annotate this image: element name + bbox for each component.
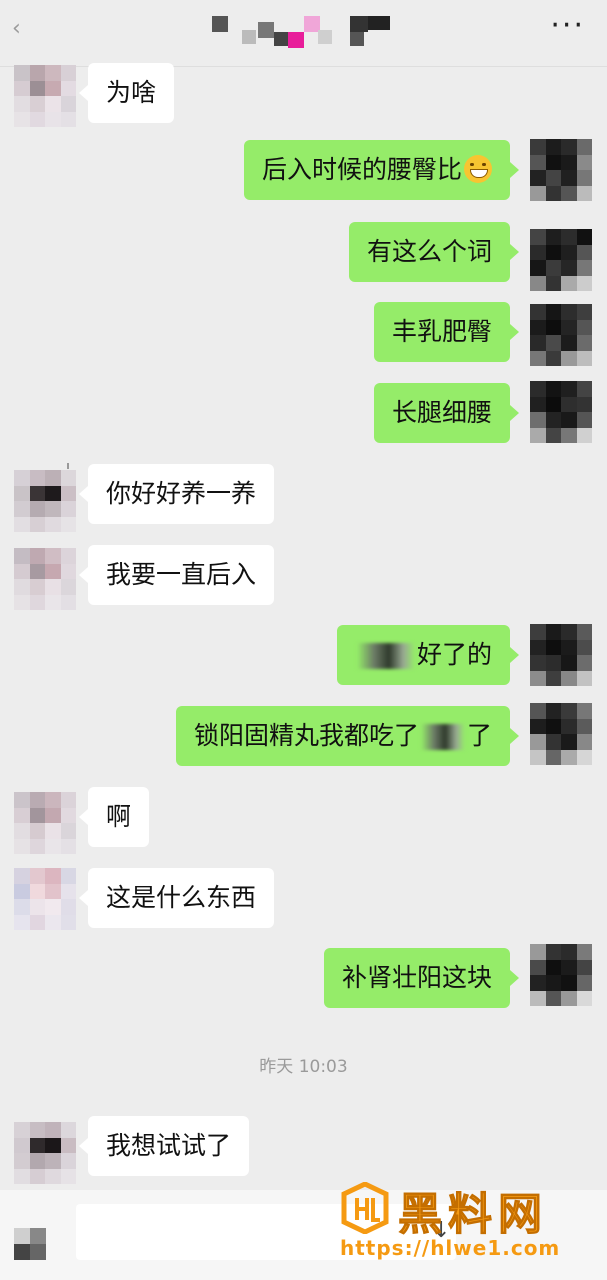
avatar[interactable] bbox=[530, 624, 592, 686]
redacted-text bbox=[420, 724, 465, 750]
message-bubble-outgoing[interactable]: 补肾壮阳这块 bbox=[323, 948, 520, 1008]
message-bubble-outgoing[interactable]: 有这么个词 bbox=[348, 222, 520, 282]
contact-name-pixelated bbox=[212, 16, 402, 48]
scroll-indicator bbox=[67, 463, 69, 469]
watermark: 黑料网 https://hlwe1.com bbox=[340, 1180, 602, 1272]
avatar[interactable] bbox=[530, 229, 592, 291]
message-text: 啊 bbox=[106, 802, 132, 831]
message-bubble-incoming[interactable]: 这是什么东西 bbox=[78, 868, 275, 928]
avatar[interactable] bbox=[14, 868, 76, 930]
message-text: 我想试试了 bbox=[106, 1131, 232, 1160]
message-bubble-incoming[interactable]: 我想试试了 bbox=[78, 1116, 250, 1176]
avatar[interactable] bbox=[14, 548, 76, 610]
chat-timestamp: 昨天 10:03 bbox=[259, 1057, 348, 1077]
message-bubble-outgoing[interactable]: 后入时候的腰臀比 bbox=[243, 140, 520, 200]
message-bubble-incoming[interactable]: 啊 bbox=[78, 787, 150, 847]
avatar[interactable] bbox=[530, 304, 592, 366]
message-bubble-outgoing[interactable]: 长腿细腰 bbox=[373, 383, 520, 443]
avatar[interactable] bbox=[14, 470, 76, 532]
avatar[interactable] bbox=[530, 703, 592, 765]
chat-header: ‹ ··· bbox=[0, 0, 607, 67]
message-text: 为啥 bbox=[106, 78, 157, 107]
avatar[interactable] bbox=[530, 944, 592, 1006]
message-bubble-incoming[interactable]: 你好好养一养 bbox=[78, 464, 275, 524]
message-text: 了 bbox=[466, 721, 492, 750]
grinning-face-icon bbox=[464, 155, 492, 183]
message-bubble-incoming[interactable]: 为啥 bbox=[78, 63, 175, 123]
avatar[interactable] bbox=[530, 139, 592, 201]
message-text: 锁阳固精丸我都吃了 bbox=[193, 721, 419, 750]
more-dots-icon[interactable]: ··· bbox=[550, 8, 585, 43]
message-text: 补肾壮阳这块 bbox=[341, 963, 492, 992]
watermark-name: 黑料网 bbox=[398, 1189, 548, 1241]
redacted-text bbox=[356, 643, 415, 669]
avatar[interactable] bbox=[14, 65, 76, 127]
message-text: 长腿细腰 bbox=[391, 398, 492, 427]
avatar[interactable] bbox=[14, 1122, 76, 1184]
message-text: 你好好养一养 bbox=[106, 479, 257, 508]
message-text: 我要一直后入 bbox=[106, 560, 257, 589]
message-text: 有这么个词 bbox=[366, 237, 492, 266]
message-text: 这是什么东西 bbox=[106, 883, 257, 912]
message-text: 丰乳肥臀 bbox=[391, 317, 492, 346]
message-text: 好了的 bbox=[416, 640, 492, 669]
message-bubble-outgoing[interactable]: 锁阳固精丸我都吃了 了 bbox=[175, 706, 520, 766]
message-bubble-outgoing[interactable]: 好了的 bbox=[336, 625, 520, 685]
message-bubble-outgoing[interactable]: 丰乳肥臀 bbox=[373, 302, 520, 362]
avatar[interactable] bbox=[14, 792, 76, 854]
watermark-url: https://hlwe1.com bbox=[340, 1236, 561, 1260]
message-text: 后入时候的腰臀比 bbox=[261, 155, 462, 184]
voice-icon[interactable] bbox=[14, 1228, 46, 1260]
chevron-left-icon[interactable]: ‹ bbox=[12, 16, 21, 41]
hl-logo-icon bbox=[341, 1182, 389, 1234]
message-bubble-incoming[interactable]: 我要一直后入 bbox=[78, 545, 275, 605]
avatar[interactable] bbox=[530, 381, 592, 443]
